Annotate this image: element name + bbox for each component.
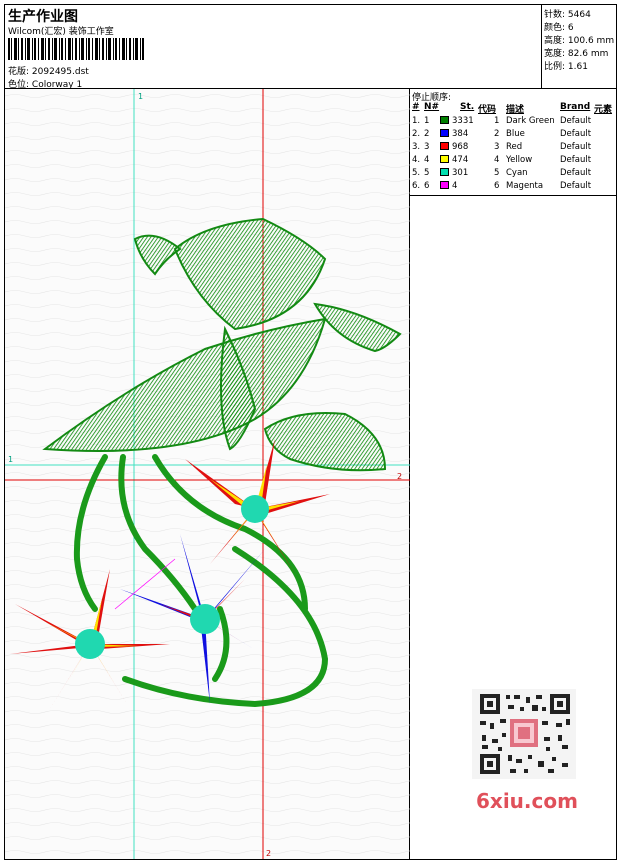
color-swatch (440, 181, 449, 189)
barcode (8, 38, 144, 60)
stop-brand: Default (560, 129, 592, 139)
stop-desc: Cyan (506, 168, 528, 178)
stop-row: 3. 3 968 3 Red Default (410, 142, 616, 155)
col-brand: Brand (560, 102, 591, 112)
stop-code: 6 (494, 181, 500, 191)
stop-stitches: 474 (452, 155, 469, 165)
stop-code: 1 (494, 116, 500, 126)
stop-code: 2 (494, 129, 500, 139)
stop-sequence-table: 停止顺序: # N# St. 代码 描述 Brand 元素 1. 1 3331 1 Da… (410, 89, 616, 196)
stop-stitches: 3331 (452, 116, 474, 126)
stop-desc: Yellow (506, 155, 533, 165)
col-n: N# (424, 102, 440, 112)
stop-code: 3 (494, 142, 500, 152)
stop-n: 1 (424, 116, 430, 126)
stop-index: 4. (412, 155, 421, 165)
watermark-logo: 6xiu.com (476, 789, 578, 813)
design-file: 花版: 2092495.dst (8, 67, 89, 77)
design-stats: 针数: 5464 颜色: 6 高度: 100.6 mm 宽度: 82.6 mm … (542, 5, 616, 89)
stop-desc: Blue (506, 129, 525, 139)
guide-label-h1: 1 (8, 455, 13, 464)
stat-width: 宽度: 82.6 mm (544, 49, 609, 59)
color-swatch (440, 168, 449, 176)
stop-row: 1. 1 3331 1 Dark Green Default (410, 116, 616, 129)
guide-label-v1: 1 (138, 92, 143, 101)
stat-height: 高度: 100.6 mm (544, 36, 615, 46)
stop-index: 5. (412, 168, 421, 178)
stop-row: 4. 4 474 4 Yellow Default (410, 155, 616, 168)
header-info: 生产作业图 Wilcom(汇宏) 装饰工作室 花版: 2092495.dst 色… (5, 5, 542, 90)
guide-label-v2: 2 (266, 849, 271, 858)
design-preview: 1 1 2 2 (5, 89, 410, 859)
col-index: # (412, 102, 420, 112)
stat-colors: 颜色: 6 (544, 23, 574, 33)
stop-n: 4 (424, 155, 430, 165)
col-desc: 描述 (506, 105, 525, 115)
stop-index: 2. (412, 129, 421, 139)
stat-stitches: 针数: 5464 (544, 10, 591, 20)
worksheet: 生产作业图 Wilcom(汇宏) 装饰工作室 花版: 2092495.dst 色… (4, 4, 617, 860)
col-stitches: St. (460, 102, 475, 112)
stop-index: 6. (412, 181, 421, 191)
guide-label-h2: 2 (397, 472, 402, 481)
stop-code: 5 (494, 168, 500, 178)
stop-n: 3 (424, 142, 430, 152)
stop-stitches: 968 (452, 142, 469, 152)
stop-row: 5. 5 301 5 Cyan Default (410, 168, 616, 181)
col-code: 代码 (478, 105, 497, 115)
color-swatch (440, 129, 449, 137)
stop-brand: Default (560, 181, 592, 191)
stop-desc: Red (506, 142, 523, 152)
stop-stitches: 301 (452, 168, 469, 178)
stop-code: 4 (494, 155, 500, 165)
stop-sequence-panel: 停止顺序: # N# St. 代码 描述 Brand 元素 1. 1 3331 1 Da… (410, 89, 616, 859)
stop-row: 2. 2 384 2 Blue Default (410, 129, 616, 142)
color-swatch (440, 155, 449, 163)
stop-index: 1. (412, 116, 421, 126)
page-title: 生产作业图 (8, 9, 78, 25)
design-file-value: 2092495.dst (31, 67, 89, 77)
stop-stitches: 4 (452, 181, 458, 191)
stop-n: 5 (424, 168, 430, 178)
stop-brand: Default (560, 155, 592, 165)
stop-brand: Default (560, 116, 592, 126)
col-element: 元素 (594, 105, 613, 115)
embroidery-artwork: 1 1 2 2 (5, 89, 410, 859)
qr-code (472, 689, 576, 779)
color-swatch (440, 116, 449, 124)
studio-name: Wilcom(汇宏) 装饰工作室 (8, 27, 114, 37)
stop-n: 2 (424, 129, 430, 139)
color-swatch (440, 142, 449, 150)
stop-n: 6 (424, 181, 430, 191)
stat-ratio: 比例: 1.61 (544, 62, 588, 72)
stop-index: 3. (412, 142, 421, 152)
stop-brand: Default (560, 168, 592, 178)
stop-stitches: 384 (452, 129, 469, 139)
stop-row: 6. 6 4 6 Magenta Default (410, 181, 616, 194)
stop-brand: Default (560, 142, 592, 152)
stop-desc: Dark Green (506, 116, 555, 126)
stop-desc: Magenta (506, 181, 544, 191)
